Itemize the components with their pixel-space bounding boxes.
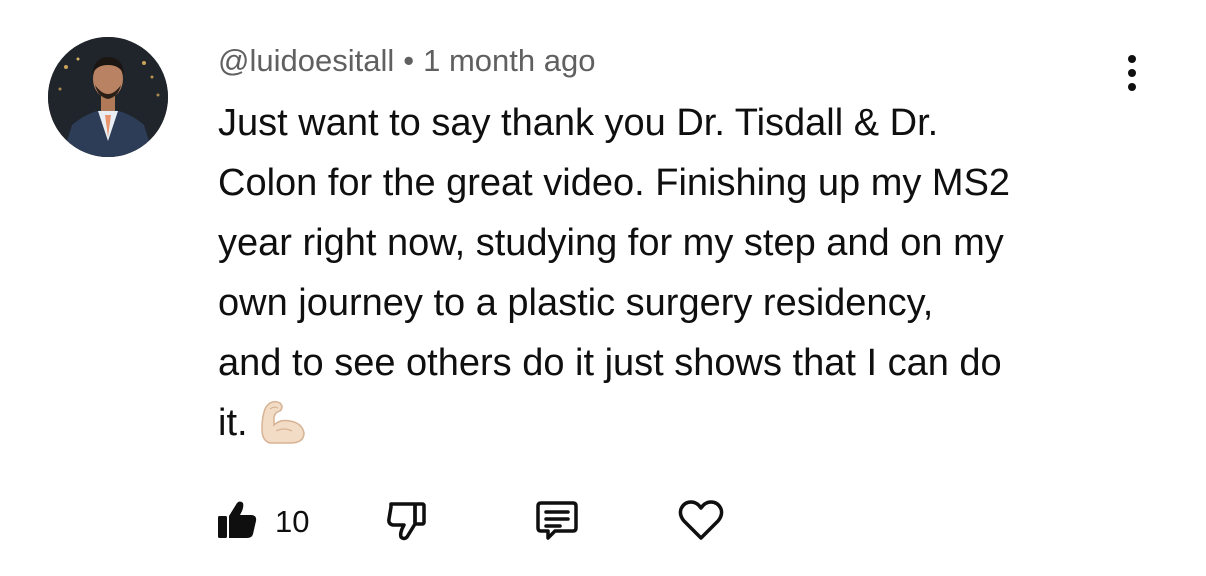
author-handle[interactable]: @luidoesitall [218,43,394,78]
reply-comment-icon [535,498,579,547]
comment-text-line: Just want to say thank you Dr. Tisdall &… [218,102,939,144]
comment-text-line-last: it. [218,393,1148,463]
thumbs-up-icon [215,498,259,547]
comment-meta: @luidoesitall • 1 month ago [218,38,595,84]
more-vertical-icon-dot [1128,83,1136,91]
flexed-biceps-emoji-icon [258,399,308,463]
like-count: 10 [275,504,310,539]
comment-text-line: own journey to a plastic surgery residen… [218,282,934,324]
comment-text-tail: it. [218,402,248,444]
comment-text-line: Colon for the great video. Finishing up … [218,162,1011,204]
comment-text-line: year right now, studying for my step and… [218,222,1004,264]
heart-icon [677,498,725,547]
avatar-photo [48,37,168,157]
more-vertical-icon-dot [1128,55,1136,63]
avatar[interactable] [48,37,168,157]
reply-button[interactable] [535,497,579,547]
comment-timestamp: 1 month ago [423,43,596,78]
comment-text-line: and to see others do it just shows that … [218,342,1002,384]
comment-card: @luidoesitall • 1 month ago Just want to s… [0,0,1206,576]
more-vertical-icon-dot [1128,69,1136,77]
heart-button[interactable] [677,497,725,547]
comment-text: Just want to say thank you Dr. Tisdall &… [218,93,1148,463]
more-options-button[interactable] [1112,48,1152,98]
thumbs-down-icon [385,498,429,547]
like-button[interactable]: 10 [215,497,309,547]
dislike-button[interactable] [385,497,429,547]
meta-separator: • [403,43,415,78]
